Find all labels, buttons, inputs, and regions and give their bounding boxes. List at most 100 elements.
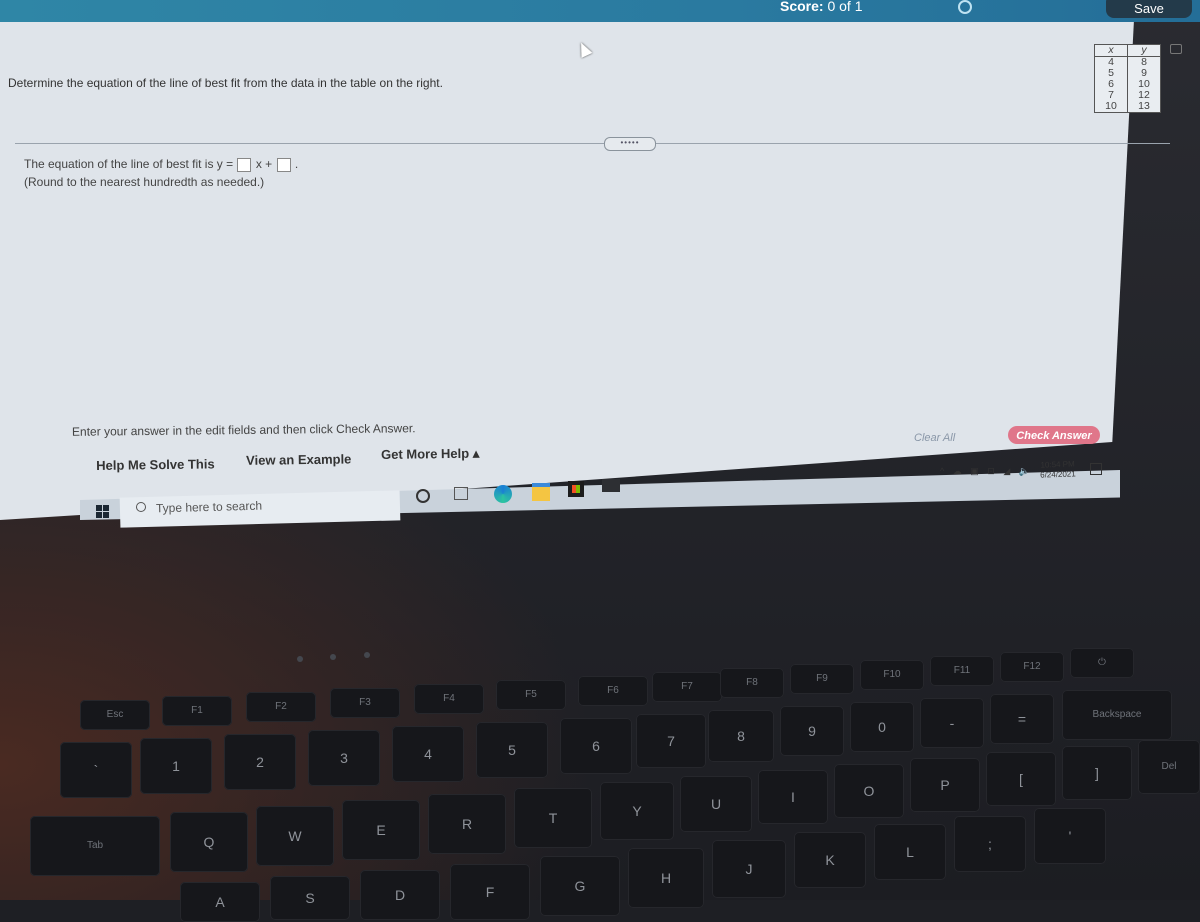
key-f2[interactable]: F2 xyxy=(246,692,316,722)
key-q[interactable]: Q xyxy=(170,812,248,872)
network-icon[interactable]: ⊡ xyxy=(987,466,995,476)
key-f5[interactable]: F5 xyxy=(496,680,566,710)
cortana-icon[interactable] xyxy=(416,489,430,503)
chevron-up-icon[interactable]: ^ xyxy=(940,466,944,476)
key-minus[interactable]: - xyxy=(920,698,984,748)
key-7[interactable]: 7 xyxy=(636,714,706,768)
caps-led-icon xyxy=(330,654,336,660)
answer-prefix: The equation of the line of best fit is … xyxy=(24,157,234,171)
table-header-y: y xyxy=(1127,44,1161,57)
app-icon[interactable]: ▣ xyxy=(970,466,979,476)
key-k[interactable]: K xyxy=(794,832,866,888)
key-t[interactable]: T xyxy=(514,788,592,848)
windows-start-icon[interactable] xyxy=(96,505,110,518)
key-a[interactable]: A xyxy=(180,882,260,922)
key-f12[interactable]: F12 xyxy=(1000,652,1064,682)
task-view-icon[interactable] xyxy=(454,487,468,500)
score-label: Score: xyxy=(780,0,824,14)
key-tab[interactable]: Tab xyxy=(30,816,160,876)
onedrive-icon[interactable]: ☁ xyxy=(953,466,962,476)
key-w[interactable]: W xyxy=(256,806,334,866)
key-1[interactable]: 1 xyxy=(140,738,212,794)
key-9[interactable]: 9 xyxy=(780,706,844,756)
key-f9[interactable]: F9 xyxy=(790,664,854,694)
key-2[interactable]: 2 xyxy=(224,734,296,790)
key-backtick[interactable]: ` xyxy=(60,742,132,798)
power-led-icon xyxy=(297,656,303,662)
copy-table-icon[interactable] xyxy=(1170,44,1182,54)
key-4[interactable]: 4 xyxy=(392,726,464,782)
clear-all-button[interactable]: Clear All xyxy=(914,432,955,444)
slope-input[interactable] xyxy=(237,157,252,172)
system-tray: ^ ☁ ▣ ⊡ ◢ 🔈 xyxy=(940,466,1036,477)
key-quote[interactable]: ' xyxy=(1034,808,1106,864)
key-i[interactable]: I xyxy=(758,770,828,824)
key-right-bracket[interactable]: ] xyxy=(1062,746,1132,800)
score-value: 0 of 1 xyxy=(827,0,863,14)
key-5[interactable]: 5 xyxy=(476,722,548,778)
key-r[interactable]: R xyxy=(428,794,506,854)
key-f3[interactable]: F3 xyxy=(330,688,400,718)
key-0[interactable]: 0 xyxy=(850,702,914,752)
key-delete[interactable]: Del xyxy=(1138,740,1200,794)
cell-x: 10 xyxy=(1094,101,1128,113)
table-row: 10 13 xyxy=(1094,101,1161,113)
key-l[interactable]: L xyxy=(874,824,946,880)
key-j[interactable]: J xyxy=(712,840,786,898)
key-f6[interactable]: F6 xyxy=(578,676,648,706)
key-semicolon[interactable]: ; xyxy=(954,816,1026,872)
key-u[interactable]: U xyxy=(680,776,752,832)
score-display: Score: 0 of 1 xyxy=(780,0,863,14)
key-3[interactable]: 3 xyxy=(308,730,380,786)
taskbar-clock[interactable]: 10:54 PM 6/24/2021 xyxy=(1040,459,1076,480)
get-more-help-link[interactable]: Get More Help ▴ xyxy=(381,446,479,463)
data-table-container: x y 4 8 5 9 6 10 7 12 10 13 xyxy=(1094,44,1161,113)
table-row: 4 8 xyxy=(1094,56,1161,68)
answer-line: The equation of the line of best fit is … xyxy=(24,157,298,172)
key-d[interactable]: D xyxy=(360,870,440,920)
key-backspace[interactable]: Backspace xyxy=(1062,690,1172,740)
key-esc[interactable]: Esc xyxy=(80,700,150,730)
top-bar: Score: 0 of 1 Save xyxy=(0,0,1200,22)
key-h[interactable]: H xyxy=(628,848,704,908)
key-6[interactable]: 6 xyxy=(560,718,632,774)
intercept-input[interactable] xyxy=(276,157,291,172)
view-example-link[interactable]: View an Example xyxy=(246,451,351,467)
file-explorer-icon[interactable] xyxy=(532,483,550,501)
settings-gear-icon[interactable] xyxy=(958,0,972,14)
key-8[interactable]: 8 xyxy=(708,710,774,762)
wifi-icon[interactable]: ◢ xyxy=(1003,466,1010,476)
expand-toggle-button[interactable]: ••••• xyxy=(604,137,656,151)
num-led-icon xyxy=(364,652,370,658)
key-power[interactable]: ⏻ xyxy=(1070,648,1134,678)
table-row: 5 9 xyxy=(1094,68,1161,79)
search-icon xyxy=(136,502,146,512)
key-f11[interactable]: F11 xyxy=(930,656,994,686)
key-f1[interactable]: F1 xyxy=(162,696,232,726)
mail-icon[interactable] xyxy=(602,479,620,492)
help-me-solve-link[interactable]: Help Me Solve This xyxy=(96,456,215,473)
key-f4[interactable]: F4 xyxy=(414,684,484,714)
key-f8[interactable]: F8 xyxy=(720,668,784,698)
volume-icon[interactable]: 🔈 xyxy=(1019,466,1030,476)
save-button[interactable]: Save xyxy=(1106,0,1192,18)
key-o[interactable]: O xyxy=(834,764,904,818)
store-icon[interactable] xyxy=(568,481,584,497)
data-table: x y 4 8 5 9 6 10 7 12 10 13 xyxy=(1094,44,1161,113)
key-s[interactable]: S xyxy=(270,876,350,920)
key-equals[interactable]: = xyxy=(990,694,1054,744)
key-y[interactable]: Y xyxy=(600,782,674,840)
key-left-bracket[interactable]: [ xyxy=(986,752,1056,806)
answer-suffix: . xyxy=(294,157,299,171)
key-f[interactable]: F xyxy=(450,864,530,920)
question-prompt: Determine the equation of the line of be… xyxy=(8,76,443,90)
notification-center-icon[interactable] xyxy=(1090,463,1102,475)
key-f7[interactable]: F7 xyxy=(652,672,722,702)
key-g[interactable]: G xyxy=(540,856,620,916)
laptop-keyboard: Esc F1 F2 F3 F4 F5 F6 F7 F8 F9 F10 F11 F… xyxy=(0,620,1200,922)
edge-icon[interactable] xyxy=(494,485,512,503)
key-f10[interactable]: F10 xyxy=(860,660,924,690)
check-answer-button[interactable]: Check Answer xyxy=(1008,426,1100,444)
key-p[interactable]: P xyxy=(910,758,980,812)
key-e[interactable]: E xyxy=(342,800,420,860)
